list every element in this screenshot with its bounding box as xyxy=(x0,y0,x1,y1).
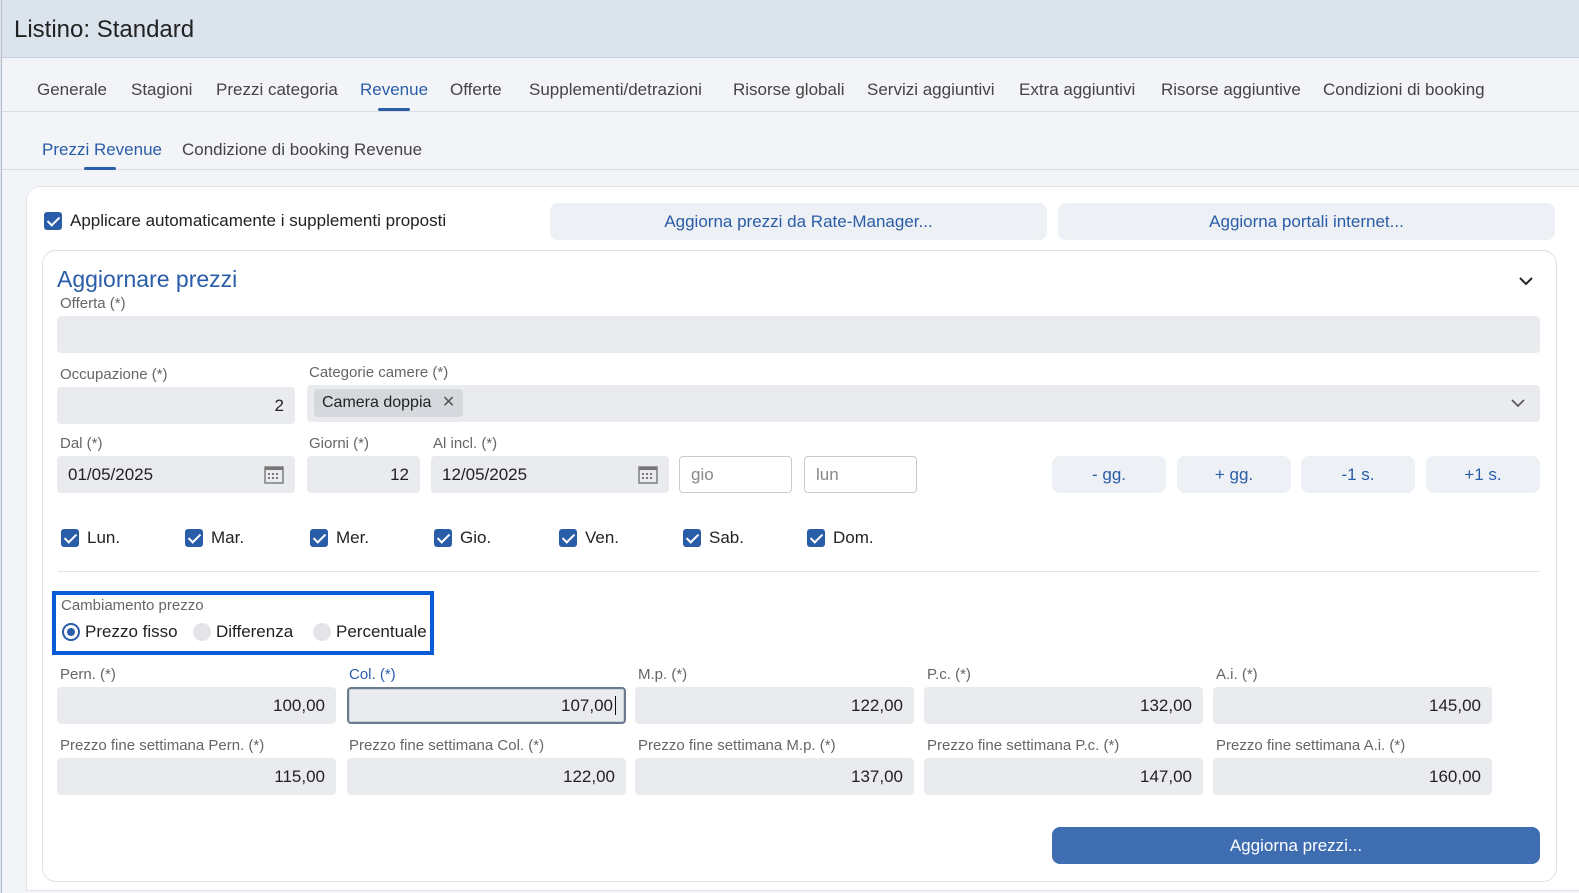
radio-label: Differenza xyxy=(216,622,294,641)
title-bar: Listino: Standard xyxy=(2,0,1579,58)
tab-revenue[interactable]: Revenue xyxy=(360,80,428,100)
price-label: A.i. (*) xyxy=(1216,666,1258,683)
tab-extra-aggiuntivi[interactable]: Extra aggiuntivi xyxy=(1019,80,1135,100)
chip-remove-icon[interactable]: ✕ xyxy=(442,394,455,411)
radio-difference[interactable] xyxy=(193,623,211,641)
price-field-col[interactable]: 107,00 xyxy=(347,687,626,724)
weekend-price-label: Prezzo fine settimana Pern. (*) xyxy=(60,737,265,754)
price-label: M.p. (*) xyxy=(638,666,688,683)
weekday-checkbox-gio[interactable] xyxy=(434,529,452,547)
weekday-checkbox-mer[interactable] xyxy=(310,529,328,547)
tab-revenue-underline xyxy=(378,108,410,111)
tab-risorse-aggiuntive[interactable]: Risorse aggiuntive xyxy=(1161,80,1301,100)
to-date-label: Al incl. (*) xyxy=(433,435,498,452)
price-label: Col. (*) xyxy=(349,666,396,683)
price-field-ai[interactable]: 145,00 xyxy=(1213,687,1492,724)
weekday-label: Ven. xyxy=(585,528,620,547)
weekday-label: Lun. xyxy=(87,528,121,547)
tab-stagioni[interactable]: Stagioni xyxy=(131,80,192,100)
rate-manager-button[interactable]: Aggiorna prezzi da Rate-Manager... xyxy=(550,203,1047,240)
days-label: Giorni (*) xyxy=(309,435,370,452)
from-date-field[interactable]: 01/05/2025 xyxy=(57,456,295,493)
sub-tab-bar: Prezzi Revenue Condizione di booking Rev… xyxy=(2,113,1579,170)
weekend-price-label: Prezzo fine settimana M.p. (*) xyxy=(638,737,836,754)
price-field-pc[interactable]: 132,00 xyxy=(924,687,1203,724)
weekday-label: Gio. xyxy=(460,528,492,547)
weekend-price-field-mp[interactable]: 137,00 xyxy=(635,758,914,795)
occupancy-field[interactable]: 2 xyxy=(57,387,295,424)
section-title: Aggiornare prezzi xyxy=(57,266,238,292)
price-field-pern[interactable]: 100,00 xyxy=(57,687,336,724)
radio-percentage[interactable] xyxy=(313,623,331,641)
tab-servizi-aggiuntivi[interactable]: Servizi aggiuntivi xyxy=(867,80,995,100)
weekday-checkbox-dom[interactable] xyxy=(807,529,825,547)
weekend-price-label: Prezzo fine settimana Col. (*) xyxy=(349,737,545,754)
category-chip: Camera doppia ✕ xyxy=(314,389,464,417)
weekend-price-field-ai[interactable]: 160,00 xyxy=(1213,758,1492,795)
weekday-label: Mar. xyxy=(211,528,245,547)
from-date-label: Dal (*) xyxy=(60,435,103,452)
room-categories-select[interactable] xyxy=(307,385,1540,422)
weekday-label: Sab. xyxy=(709,528,744,547)
update-prices-button[interactable]: Aggiorna prezzi... xyxy=(1052,827,1540,864)
main-tab-bar: Generale Stagioni Prezzi categoria Reven… xyxy=(2,60,1579,112)
minus-day-button[interactable]: - gg. xyxy=(1052,456,1166,493)
plus-day-button[interactable]: + gg. xyxy=(1177,456,1291,493)
weekend-price-field-pern[interactable]: 115,00 xyxy=(57,758,336,795)
tab-risorse-globali[interactable]: Risorse globali xyxy=(733,80,845,100)
weekday-label: Mer. xyxy=(336,528,370,547)
update-portals-button[interactable]: Aggiorna portali internet... xyxy=(1058,203,1555,240)
window: Listino: Standard Generale Stagioni Prez… xyxy=(1,0,1579,893)
tab-supplementi-detrazioni[interactable]: Supplementi/detrazioni xyxy=(529,80,702,100)
weekend-price-field-pc[interactable]: 147,00 xyxy=(924,758,1203,795)
weekend-price-label: Prezzo fine settimana P.c. (*) xyxy=(927,737,1120,754)
tab-generale[interactable]: Generale xyxy=(37,80,107,100)
divider xyxy=(58,571,1540,572)
room-categories-label: Categorie camere (*) xyxy=(309,364,449,381)
weekday-checkbox-sab[interactable] xyxy=(683,529,701,547)
days-field[interactable]: 12 xyxy=(307,456,420,493)
tab-condizione-booking-revenue[interactable]: Condizione di booking Revenue xyxy=(182,140,422,160)
tab-prezzi-revenue[interactable]: Prezzi Revenue xyxy=(42,140,162,160)
occupancy-label: Occupazione (*) xyxy=(60,366,168,383)
minus-week-button[interactable]: -1 s. xyxy=(1301,456,1415,493)
weekday-label: Dom. xyxy=(833,528,874,547)
radio-fixed-price[interactable] xyxy=(62,623,80,641)
weekend-price-label: Prezzo fine settimana A.i. (*) xyxy=(1216,737,1406,754)
calendar-icon[interactable] xyxy=(264,465,284,484)
tab-offerte[interactable]: Offerte xyxy=(450,80,502,100)
price-label: Pern. (*) xyxy=(60,666,116,683)
price-field-mp[interactable]: 122,00 xyxy=(635,687,914,724)
auto-supplements-label: Applicare automaticamente i supplementi … xyxy=(70,211,447,230)
offer-label: Offerta (*) xyxy=(60,295,126,312)
radio-label: Prezzo fisso xyxy=(85,622,178,641)
window-title: Listino: Standard xyxy=(14,16,195,43)
chevron-down-icon[interactable] xyxy=(1510,397,1526,409)
calendar-icon[interactable] xyxy=(638,465,658,484)
to-weekday-field: lun xyxy=(804,456,917,493)
text-cursor xyxy=(615,696,616,715)
tab-prezzi-revenue-underline xyxy=(84,167,116,170)
from-weekday-field: gio xyxy=(679,456,792,493)
weekday-checkbox-mar[interactable] xyxy=(185,529,203,547)
price-change-label: Cambiamento prezzo xyxy=(61,597,204,614)
tab-condizioni-di-booking[interactable]: Condizioni di booking xyxy=(1323,80,1485,100)
weekend-price-field-col[interactable]: 122,00 xyxy=(347,758,626,795)
offer-field[interactable] xyxy=(57,316,1540,353)
to-date-field[interactable]: 12/05/2025 xyxy=(431,456,669,493)
radio-label: Percentuale xyxy=(336,622,427,641)
collapse-chevron-icon[interactable] xyxy=(1518,275,1534,287)
price-label: P.c. (*) xyxy=(927,666,971,683)
auto-supplements-checkbox[interactable] xyxy=(44,212,62,230)
weekday-checkbox-ven[interactable] xyxy=(559,529,577,547)
weekday-checkbox-lun[interactable] xyxy=(61,529,79,547)
plus-week-button[interactable]: +1 s. xyxy=(1426,456,1540,493)
tab-prezzi-categoria[interactable]: Prezzi categoria xyxy=(216,80,338,100)
category-chip-label: Camera doppia xyxy=(322,394,432,411)
